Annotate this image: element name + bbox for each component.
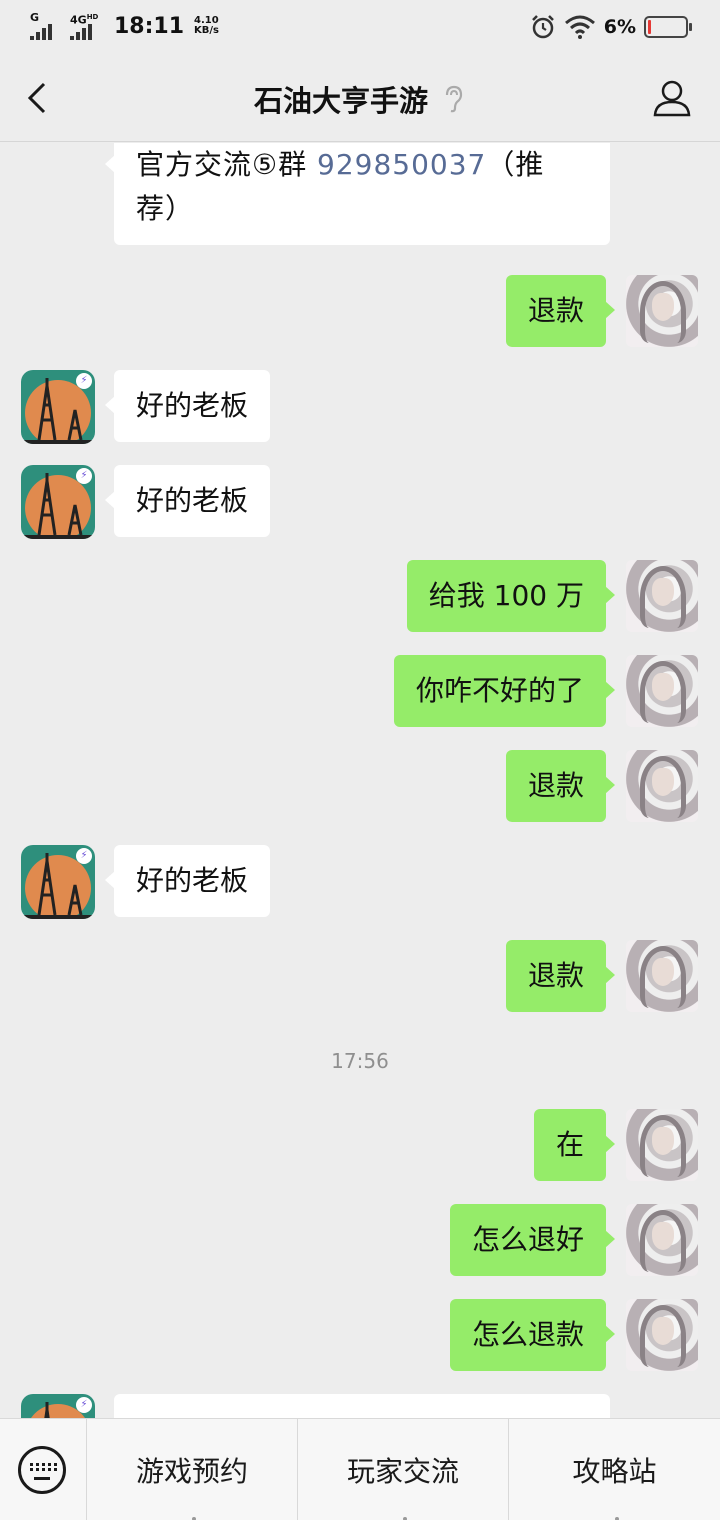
user-avatar[interactable] bbox=[626, 655, 698, 727]
message-text: 怎么退款 bbox=[471, 1318, 584, 1351]
game-avatar[interactable]: ⚡ bbox=[21, 845, 95, 919]
message-timestamp: 17:56 bbox=[331, 1049, 389, 1073]
status-bar: G 4GHD 18:11 4.10 KB/s 6% bbox=[0, 0, 720, 56]
message-bubble[interactable]: 怎么退好 bbox=[449, 1204, 616, 1276]
signal-1-icon: G bbox=[30, 12, 64, 40]
alarm-icon bbox=[531, 15, 554, 39]
clock: 18:11 bbox=[114, 14, 185, 39]
menu-player-chat[interactable]: 玩家交流 bbox=[297, 1419, 508, 1520]
message-bubble[interactable]: 退款 bbox=[505, 750, 616, 822]
message-text: 怎么退好 bbox=[471, 1223, 584, 1256]
bolt-badge-icon: ⚡ bbox=[76, 373, 92, 389]
user-avatar[interactable] bbox=[626, 1109, 698, 1181]
game-avatar[interactable]: ⚡ bbox=[21, 1394, 95, 1418]
user-avatar[interactable] bbox=[626, 560, 698, 632]
net-speed-unit: KB/s bbox=[194, 25, 220, 36]
message-bubble[interactable]: 好的老板 bbox=[104, 465, 271, 537]
message-text: 你咋不好的了 bbox=[415, 674, 584, 707]
message-bubble[interactable]: 好的老板 bbox=[104, 370, 271, 442]
menu-guide-site[interactable]: 攻略站 bbox=[508, 1419, 720, 1520]
user-avatar[interactable] bbox=[626, 275, 698, 347]
net-speed: 4.10 KB/s bbox=[194, 16, 224, 36]
wifi-icon bbox=[564, 15, 595, 39]
signal-2-icon: 4GHD bbox=[70, 12, 104, 40]
user-avatar[interactable] bbox=[626, 1204, 698, 1276]
message-text: 退款 bbox=[527, 769, 584, 802]
chat-title: 石油大亨手游 bbox=[253, 84, 428, 118]
game-avatar[interactable]: ⚡ bbox=[21, 370, 95, 444]
message-bubble[interactable]: 退款 bbox=[505, 275, 616, 347]
user-avatar[interactable] bbox=[626, 1299, 698, 1371]
message-text: 给我 100 万 bbox=[428, 579, 584, 612]
battery-icon bbox=[644, 16, 692, 38]
battery-fill bbox=[648, 20, 651, 34]
profile-icon[interactable] bbox=[652, 78, 692, 118]
message-text: 好的老板 bbox=[136, 864, 249, 897]
network-type-1: G bbox=[30, 11, 40, 24]
game-avatar[interactable]: ⚡ bbox=[21, 465, 95, 539]
message-text: 好的老板 bbox=[136, 389, 249, 422]
message-list[interactable]: 官方交流⑤群 929850037（推荐） 退款 ⚡ 好的老板 ⚡ 好的老板 给我… bbox=[0, 143, 720, 1418]
menu-label: 玩家交流 bbox=[346, 1455, 459, 1488]
message-bubble-partial[interactable] bbox=[114, 1394, 610, 1418]
message-text: 退款 bbox=[527, 294, 584, 327]
message-bubble[interactable]: 怎么退款 bbox=[449, 1299, 616, 1371]
bolt-badge-icon: ⚡ bbox=[76, 468, 92, 484]
message-bubble[interactable]: 退款 bbox=[505, 940, 616, 1012]
bolt-badge-icon: ⚡ bbox=[76, 848, 92, 864]
bottom-menu: 游戏预约 玩家交流 攻略站 bbox=[0, 1418, 720, 1520]
message-text: 退款 bbox=[527, 959, 584, 992]
network-hd-label: HD bbox=[86, 13, 99, 21]
message-bubble[interactable]: 好的老板 bbox=[104, 845, 271, 917]
message-bubble[interactable]: 在 bbox=[533, 1109, 616, 1181]
message-text: 好的老板 bbox=[136, 484, 249, 517]
menu-label: 游戏预约 bbox=[135, 1455, 248, 1488]
ear-icon bbox=[445, 85, 463, 113]
menu-game-reservation[interactable]: 游戏预约 bbox=[86, 1419, 297, 1520]
bolt-badge-icon: ⚡ bbox=[76, 1397, 92, 1413]
keyboard-icon[interactable] bbox=[18, 1446, 66, 1494]
message-text: 官方交流⑤群 bbox=[136, 148, 318, 181]
message-bubble[interactable]: 你咋不好的了 bbox=[393, 655, 616, 727]
message-text: 在 bbox=[555, 1128, 584, 1161]
chat-header: 石油大亨手游 bbox=[0, 56, 720, 142]
message-bubble[interactable]: 给我 100 万 bbox=[406, 560, 616, 632]
user-avatar[interactable] bbox=[626, 750, 698, 822]
user-avatar[interactable] bbox=[626, 940, 698, 1012]
message-bubble[interactable]: 官方交流⑤群 929850037（推荐） bbox=[105, 143, 610, 245]
group-number-link[interactable]: 929850037 bbox=[317, 148, 486, 181]
battery-percent: 6% bbox=[603, 16, 636, 38]
back-arrow-icon[interactable] bbox=[20, 76, 60, 120]
menu-label: 攻略站 bbox=[572, 1455, 657, 1488]
